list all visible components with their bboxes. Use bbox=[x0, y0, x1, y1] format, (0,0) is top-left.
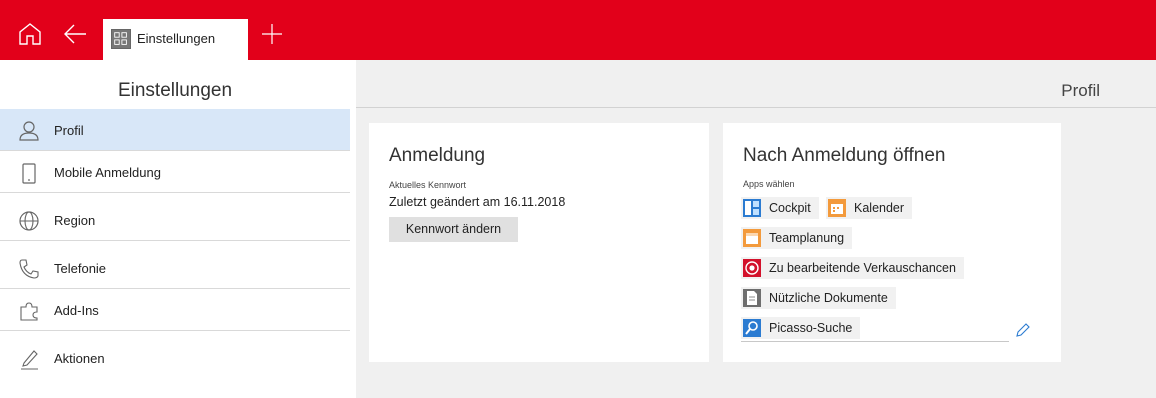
target-icon bbox=[743, 259, 761, 277]
sidebar-item-label: Profil bbox=[54, 123, 84, 138]
app-chip-label: Cockpit bbox=[769, 201, 811, 215]
app-chip-kalender[interactable]: Kalender bbox=[826, 197, 913, 219]
open-after-login-card: Nach Anmeldung öffnen Apps wählen Cockpi… bbox=[723, 123, 1061, 362]
back-arrow-icon[interactable] bbox=[62, 22, 88, 46]
open-card-title: Nach Anmeldung öffnen bbox=[743, 145, 946, 166]
apps-field-underline bbox=[741, 341, 1009, 342]
phone-device-icon bbox=[22, 163, 36, 184]
tab-label: Einstellungen bbox=[137, 31, 216, 46]
team-calendar-icon bbox=[743, 229, 761, 247]
edit-pencil-icon[interactable] bbox=[1014, 323, 1030, 339]
main-content: Profil Anmeldung Aktuelles Kennwort Zule… bbox=[356, 60, 1156, 398]
app-chip-label: Kalender bbox=[854, 201, 905, 215]
sidebar-item-label: Aktionen bbox=[54, 351, 105, 366]
document-icon bbox=[743, 289, 761, 307]
app-chip-label: Picasso-Suche bbox=[769, 321, 853, 335]
sidebar-item-mobile-anmeldung[interactable]: Mobile Anmeldung bbox=[0, 151, 350, 193]
globe-icon bbox=[19, 211, 39, 231]
sidebar: Einstellungen Profil Mobile Anmeldung Re… bbox=[0, 60, 350, 398]
puzzle-icon bbox=[20, 302, 38, 321]
apps-label: Apps wählen bbox=[743, 179, 795, 189]
telephone-icon bbox=[19, 259, 39, 279]
settings-app-icon bbox=[111, 29, 131, 49]
sidebar-item-profil[interactable]: Profil bbox=[0, 109, 350, 151]
person-icon bbox=[19, 121, 39, 141]
app-chip-picasso-suche[interactable]: Picasso-Suche bbox=[741, 317, 861, 339]
sidebar-title: Einstellungen bbox=[117, 80, 233, 101]
tab-einstellungen[interactable]: Einstellungen bbox=[103, 19, 248, 60]
top-bar: Einstellungen bbox=[0, 0, 1156, 60]
pen-icon bbox=[21, 350, 38, 370]
sidebar-item-label: Telefonie bbox=[54, 261, 107, 276]
page-title: Profil bbox=[1061, 81, 1100, 100]
content-header: Profil bbox=[356, 60, 1156, 108]
sidebar-item-label: Add-Ins bbox=[54, 303, 99, 318]
password-status: Zuletzt geändert am 16.11.2018 bbox=[389, 195, 566, 209]
add-tab-icon[interactable] bbox=[261, 23, 283, 45]
sidebar-item-region[interactable]: Region bbox=[0, 199, 350, 241]
app-chip-label: Teamplanung bbox=[769, 231, 845, 245]
sidebar-item-add-ins[interactable]: Add-Ins bbox=[0, 289, 350, 331]
app-chip-cockpit[interactable]: Cockpit bbox=[741, 197, 819, 219]
app-chip-teamplanung[interactable]: Teamplanung bbox=[741, 227, 853, 249]
sidebar-item-telefonie[interactable]: Telefonie bbox=[0, 247, 350, 289]
app-chip-dokumente[interactable]: Nützliche Dokumente bbox=[741, 287, 896, 309]
app-chip-label: Zu bearbeitende Verkauschancen bbox=[769, 261, 956, 275]
sidebar-item-aktionen[interactable]: Aktionen bbox=[0, 337, 350, 379]
calendar-icon bbox=[828, 199, 846, 217]
app-chip-label: Nützliche Dokumente bbox=[769, 291, 888, 305]
app-chip-verkaufschancen[interactable]: Zu bearbeitende Verkauschancen bbox=[741, 257, 964, 279]
sidebar-item-label: Mobile Anmeldung bbox=[54, 165, 161, 180]
password-label: Aktuelles Kennwort bbox=[389, 180, 467, 190]
cockpit-icon bbox=[743, 199, 761, 217]
search-icon bbox=[743, 319, 761, 337]
sidebar-item-label: Region bbox=[54, 213, 96, 228]
login-card-title: Anmeldung bbox=[389, 145, 486, 166]
login-card: Anmeldung Aktuelles Kennwort Zuletzt geä… bbox=[369, 123, 709, 362]
change-password-button[interactable]: Kennwort ändern bbox=[389, 217, 518, 242]
home-icon[interactable] bbox=[18, 22, 42, 46]
